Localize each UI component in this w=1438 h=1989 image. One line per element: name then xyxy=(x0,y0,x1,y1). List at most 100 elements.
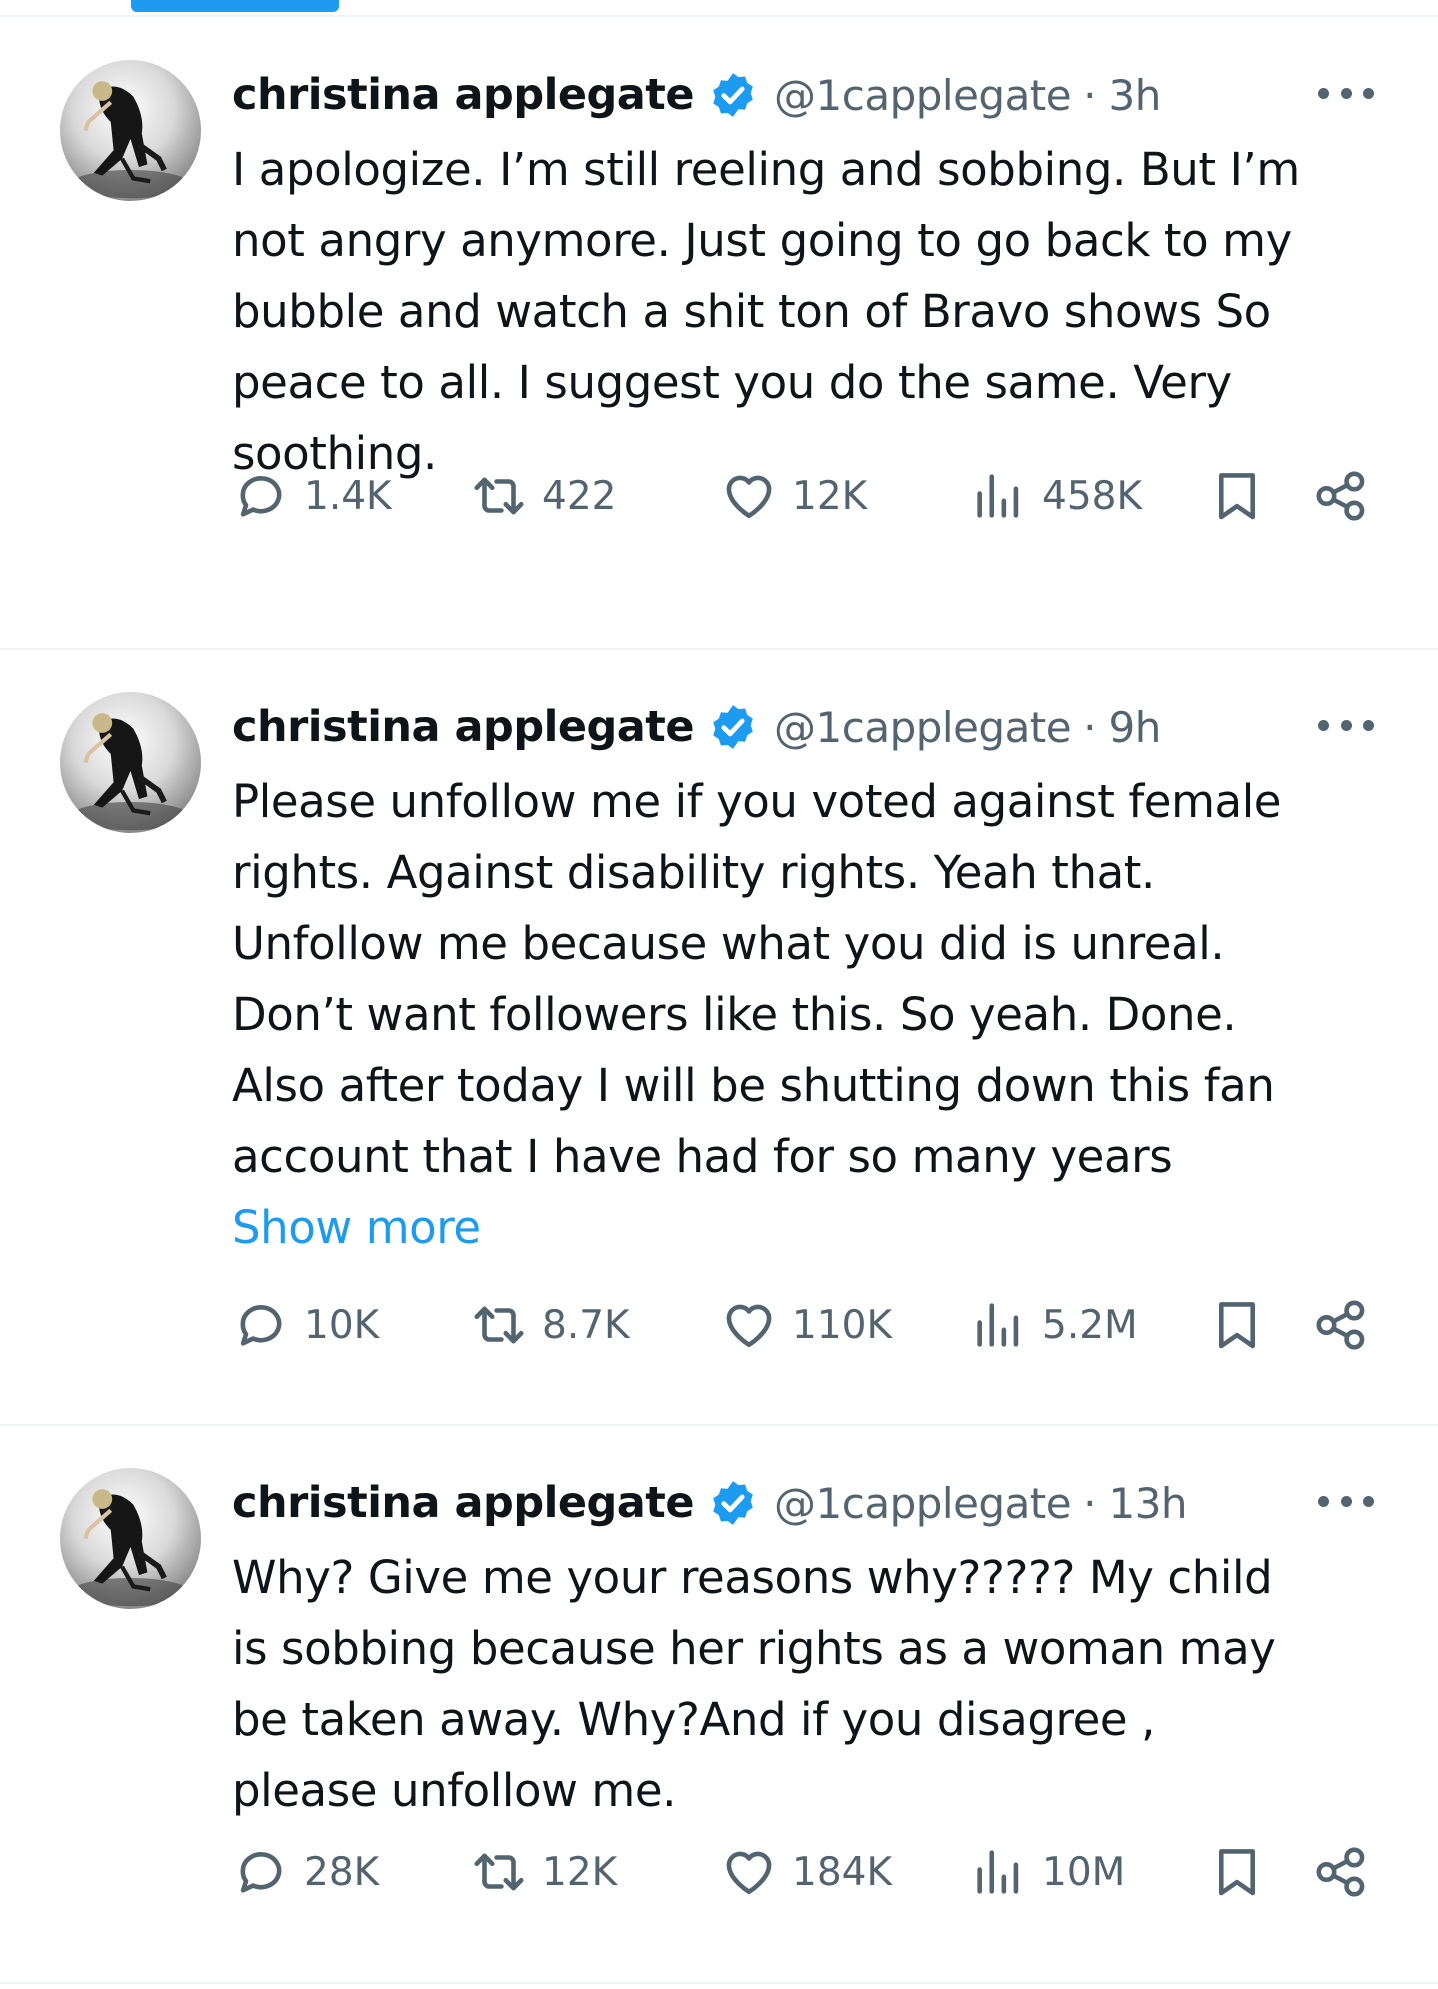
tweet-text-line: Why? Give me your reasons why????? My ch… xyxy=(232,1551,1273,1604)
more-options-icon[interactable] xyxy=(1318,710,1374,740)
repost-icon xyxy=(470,1843,528,1901)
bookmark-button[interactable] xyxy=(1208,466,1266,526)
views-button[interactable]: 458K xyxy=(970,466,1142,526)
action-bar: 1.4K 422 12K 458K xyxy=(232,466,1382,526)
action-bar: 10K 8.7K 110K 5.2M xyxy=(232,1295,1382,1355)
tweet-text-line: please unfollow me. xyxy=(232,1764,677,1817)
views-button[interactable]: 5.2M xyxy=(970,1295,1138,1355)
reply-count: 10K xyxy=(304,1302,380,1348)
share-button[interactable] xyxy=(1312,1842,1370,1902)
tweet-text-line: Don’t want followers like this. So yeah.… xyxy=(232,988,1237,1041)
like-count: 110K xyxy=(792,1302,893,1348)
repost-count: 8.7K xyxy=(542,1302,630,1348)
like-button[interactable]: 110K xyxy=(720,1295,892,1355)
reply-count: 1.4K xyxy=(304,473,392,519)
reply-button[interactable]: 10K xyxy=(232,1295,379,1355)
author-handle[interactable]: @1capplegate xyxy=(774,71,1072,120)
tweet-text: Why? Give me your reasons why????? My ch… xyxy=(232,1542,1397,1826)
tweet-text-line: Unfollow me because what you did is unre… xyxy=(232,917,1225,970)
tweet-divider xyxy=(0,648,1438,650)
views-chart-icon xyxy=(970,1296,1028,1354)
top-divider xyxy=(0,15,1438,17)
tweet-text-line: Please unfollow me if you voted against … xyxy=(232,775,1282,828)
share-icon xyxy=(1312,1296,1370,1354)
tweet-text: I apologize. I’m still reeling and sobbi… xyxy=(232,134,1397,489)
author-name[interactable]: christina applegate xyxy=(232,702,695,752)
heart-icon xyxy=(720,1843,778,1901)
tweet-text-line: bubble and watch a shit ton of Bravo sho… xyxy=(232,285,1271,338)
bookmark-icon xyxy=(1208,467,1266,525)
repost-count: 422 xyxy=(542,473,617,519)
views-chart-icon xyxy=(970,467,1028,525)
avatar[interactable] xyxy=(60,60,201,201)
tweet-header: christina applegate @1capplegate · 13h xyxy=(232,1466,1382,1540)
share-button[interactable] xyxy=(1312,1295,1370,1355)
tweet-text-line: account that I have had for so many year… xyxy=(232,1130,1173,1183)
views-count: 10M xyxy=(1042,1849,1126,1895)
tweet-text-line: be taken away. Why?And if you disagree , xyxy=(232,1693,1156,1746)
separator-dot: · xyxy=(1083,702,1097,752)
tweet-text-line: rights. Against disability rights. Yeah … xyxy=(232,846,1155,899)
bookmark-button[interactable] xyxy=(1208,1295,1266,1355)
verified-badge-icon[interactable] xyxy=(708,1478,758,1528)
bookmark-icon xyxy=(1208,1296,1266,1354)
like-button[interactable]: 12K xyxy=(720,466,867,526)
active-tab-indicator xyxy=(131,0,339,12)
avatar-photo xyxy=(60,60,201,201)
like-count: 184K xyxy=(792,1849,893,1895)
tweet-header: christina applegate @1capplegate · 9h xyxy=(232,690,1382,764)
views-count: 458K xyxy=(1042,473,1143,519)
share-icon xyxy=(1312,467,1370,525)
separator-dot: · xyxy=(1083,70,1097,120)
more-options-icon[interactable] xyxy=(1318,1486,1374,1516)
avatar[interactable] xyxy=(60,1468,201,1609)
avatar[interactable] xyxy=(60,692,201,833)
tweet-text-line: peace to all. I suggest you do the same.… xyxy=(232,356,1232,409)
action-bar: 28K 12K 184K 10M xyxy=(232,1842,1382,1902)
like-button[interactable]: 184K xyxy=(720,1842,892,1902)
tweet-text-line: I apologize. I’m still reeling and sobbi… xyxy=(232,143,1300,196)
repost-icon xyxy=(470,1296,528,1354)
tweet-header: christina applegate @1capplegate · 3h xyxy=(232,58,1382,132)
author-name[interactable]: christina applegate xyxy=(232,1478,695,1528)
views-button[interactable]: 10M xyxy=(970,1842,1125,1902)
bookmark-icon xyxy=(1208,1843,1266,1901)
author-handle[interactable]: @1capplegate xyxy=(774,703,1072,752)
avatar-photo xyxy=(60,1468,201,1609)
like-count: 12K xyxy=(792,473,868,519)
repost-icon xyxy=(470,467,528,525)
show-more-link[interactable]: Show more xyxy=(232,1192,1397,1263)
separator-dot: · xyxy=(1083,1478,1097,1528)
more-options-icon[interactable] xyxy=(1318,78,1374,108)
reply-icon xyxy=(232,1296,290,1354)
tweet-divider xyxy=(0,1424,1438,1426)
heart-icon xyxy=(720,467,778,525)
share-icon xyxy=(1312,1843,1370,1901)
avatar-photo xyxy=(60,692,201,833)
author-name[interactable]: christina applegate xyxy=(232,70,695,120)
repost-button[interactable]: 12K xyxy=(470,1842,617,1902)
tweet-text-line: Also after today I will be shutting down… xyxy=(232,1059,1275,1112)
tweet-text: Please unfollow me if you voted against … xyxy=(232,766,1397,1263)
reply-button[interactable]: 1.4K xyxy=(232,466,392,526)
repost-count: 12K xyxy=(542,1849,618,1895)
tweet-text-line: is sobbing because her rights as a woman… xyxy=(232,1622,1276,1675)
verified-badge-icon[interactable] xyxy=(708,702,758,752)
verified-badge-icon[interactable] xyxy=(708,70,758,120)
reply-icon xyxy=(232,467,290,525)
heart-icon xyxy=(720,1296,778,1354)
author-handle[interactable]: @1capplegate xyxy=(774,1479,1072,1528)
tweet-divider xyxy=(0,1982,1438,1984)
reply-count: 28K xyxy=(304,1849,380,1895)
repost-button[interactable]: 422 xyxy=(470,466,616,526)
timestamp[interactable]: 3h xyxy=(1108,71,1161,120)
views-count: 5.2M xyxy=(1042,1302,1138,1348)
repost-button[interactable]: 8.7K xyxy=(470,1295,630,1355)
timestamp[interactable]: 13h xyxy=(1108,1479,1187,1528)
reply-button[interactable]: 28K xyxy=(232,1842,379,1902)
reply-icon xyxy=(232,1843,290,1901)
bookmark-button[interactable] xyxy=(1208,1842,1266,1902)
timestamp[interactable]: 9h xyxy=(1108,703,1161,752)
share-button[interactable] xyxy=(1312,466,1370,526)
views-chart-icon xyxy=(970,1843,1028,1901)
